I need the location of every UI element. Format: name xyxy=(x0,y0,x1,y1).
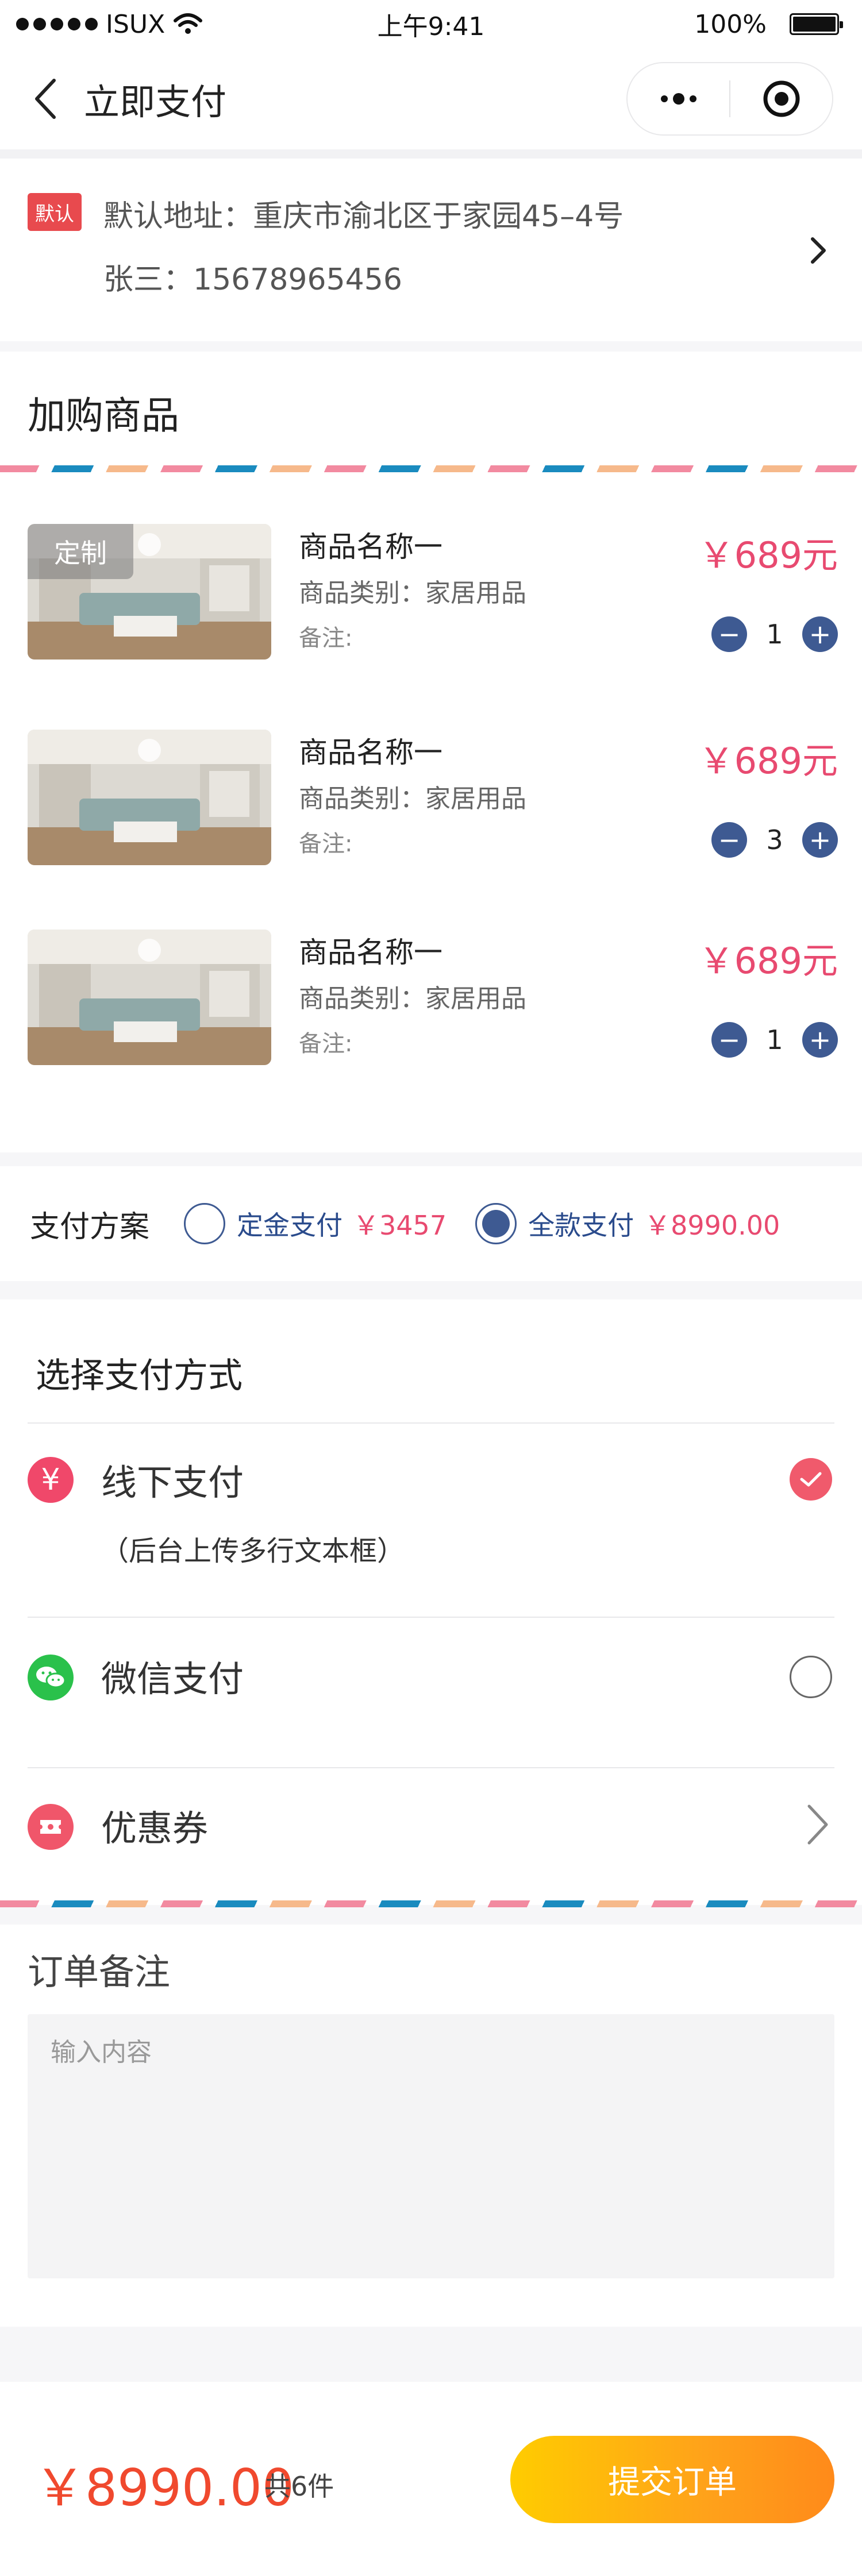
product-item: 商品名称一 商品类别：家居用品 备注: ￥689元 − 3 + xyxy=(28,730,838,867)
more-dots-icon xyxy=(660,93,696,105)
deposit-radio[interactable] xyxy=(184,1203,226,1244)
default-badge: 默认 xyxy=(28,193,82,231)
full-payment-label: 全款支付 xyxy=(528,1210,634,1241)
payment-plan: 支付方案 定金支付 ￥3457 全款支付 ￥8990.00 xyxy=(0,1166,862,1281)
products-section: 加购商品 定制 商品名称一 商品类别：家居用品 备注: ￥689元 − 1 + xyxy=(0,352,862,1152)
target-icon xyxy=(763,80,799,117)
mini-program-capsule xyxy=(626,62,833,136)
total-price: ￥8990.00 xyxy=(34,2458,294,2517)
wechat-icon xyxy=(28,1655,74,1700)
quantity-value: 3 xyxy=(766,824,783,855)
status-time: 上午9:41 xyxy=(377,12,485,41)
minus-icon[interactable]: − xyxy=(711,616,747,652)
plus-icon[interactable]: + xyxy=(802,616,838,652)
quantity-stepper: − 1 + xyxy=(711,1021,838,1058)
deposit-price: ￥3457 xyxy=(353,1210,447,1241)
chevron-right-icon xyxy=(807,1804,828,1845)
product-item: 商品名称一 商品类别：家居用品 备注: ￥689元 − 1 + xyxy=(28,930,838,1067)
full-payment-price: ￥8990.00 xyxy=(644,1210,780,1241)
battery-icon xyxy=(790,13,843,35)
living-room-image xyxy=(28,730,271,865)
deposit-option[interactable]: 定金支付 ￥3457 xyxy=(184,1203,447,1244)
product-note: 备注: xyxy=(299,831,353,857)
quantity-value: 1 xyxy=(766,619,783,650)
yen-icon: ¥ xyxy=(28,1457,74,1503)
decor-stripe xyxy=(0,465,862,472)
coupon-label: 优惠券 xyxy=(101,1807,209,1849)
products-title: 加购商品 xyxy=(28,394,179,438)
minus-icon[interactable]: − xyxy=(711,822,747,858)
order-note-title: 订单备注 xyxy=(28,1951,171,1993)
product-category: 商品类别：家居用品 xyxy=(299,579,526,608)
product-item: 定制 商品名称一 商品类别：家居用品 备注: ￥689元 − 1 + xyxy=(28,524,838,662)
status-left: ISUX xyxy=(16,10,203,39)
plus-icon[interactable]: + xyxy=(802,822,838,858)
product-category: 商品类别：家居用品 xyxy=(299,784,526,813)
product-name: 商品名称一 xyxy=(299,530,442,564)
product-image[interactable] xyxy=(28,730,271,865)
spacer xyxy=(0,149,862,159)
status-right: 100% xyxy=(694,9,843,39)
chevron-right-icon xyxy=(811,237,826,264)
product-image[interactable]: 定制 xyxy=(28,524,271,660)
product-name: 商品名称一 xyxy=(299,736,442,769)
minus-icon[interactable]: − xyxy=(711,1022,747,1058)
divider xyxy=(28,1767,834,1768)
full-payment-option[interactable]: 全款支付 ￥8990.00 xyxy=(475,1203,780,1244)
quantity-value: 1 xyxy=(766,1024,783,1055)
order-note-input[interactable] xyxy=(28,2014,834,2278)
wechat-radio[interactable] xyxy=(790,1656,832,1698)
signal-icon xyxy=(16,18,98,30)
back-arrow-icon[interactable] xyxy=(29,76,63,122)
payment-plan-label: 支付方案 xyxy=(30,1209,150,1244)
carrier-label: ISUX xyxy=(106,9,166,39)
checkmark-icon[interactable] xyxy=(790,1458,832,1501)
address-contact: 张三：15678965456 xyxy=(103,263,402,297)
product-price: ￥689元 xyxy=(698,534,838,576)
close-mini-program-button[interactable] xyxy=(730,63,832,134)
order-note-section: 订单备注 xyxy=(0,1925,862,2327)
product-name: 商品名称一 xyxy=(299,936,442,969)
address-line: 默认地址：重庆市渝北区于家园45–4号 xyxy=(103,199,624,234)
payment-methods: 选择支付方式 ¥ 线下支付 （后台上传多行文本框） 微信支付 优惠券 xyxy=(0,1299,862,1907)
quantity-stepper: − 1 + xyxy=(711,616,838,653)
battery-percent: 100% xyxy=(694,9,767,39)
item-count: 共6件 xyxy=(264,2471,334,2502)
status-bar: ISUX 上午9:41 100% xyxy=(0,0,862,48)
product-price: ￥689元 xyxy=(698,940,838,982)
divider xyxy=(28,1617,834,1618)
address-card[interactable]: 默认 默认地址：重庆市渝北区于家园45–4号 张三：15678965456 xyxy=(0,159,862,341)
deposit-label: 定金支付 xyxy=(237,1210,343,1241)
product-note: 备注: xyxy=(299,625,353,651)
full-payment-radio[interactable] xyxy=(475,1203,517,1244)
custom-tag: 定制 xyxy=(28,524,133,579)
more-button[interactable] xyxy=(628,63,729,134)
product-note: 备注: xyxy=(299,1031,353,1057)
coupon-icon xyxy=(28,1804,74,1850)
offline-payment-note: （后台上传多行文本框） xyxy=(101,1535,405,1567)
product-category: 商品类别：家居用品 xyxy=(299,984,526,1013)
plus-icon[interactable]: + xyxy=(802,1022,838,1058)
offline-payment-label: 线下支付 xyxy=(101,1461,244,1503)
page-title: 立即支付 xyxy=(84,81,227,123)
wechat-payment-label: 微信支付 xyxy=(101,1658,244,1700)
bottom-bar: ￥8990.00 共6件 提交订单 xyxy=(0,2382,862,2576)
submit-order-button[interactable]: 提交订单 xyxy=(510,2436,834,2523)
nav-bar: 立即支付 xyxy=(0,48,862,149)
payment-methods-title: 选择支付方式 xyxy=(36,1356,243,1396)
product-price: ￥689元 xyxy=(698,740,838,782)
divider xyxy=(28,1422,834,1424)
product-image[interactable] xyxy=(28,930,271,1065)
quantity-stepper: − 3 + xyxy=(711,822,838,858)
wifi-icon xyxy=(174,13,203,34)
living-room-image xyxy=(28,930,271,1065)
decor-stripe xyxy=(0,1900,862,1907)
